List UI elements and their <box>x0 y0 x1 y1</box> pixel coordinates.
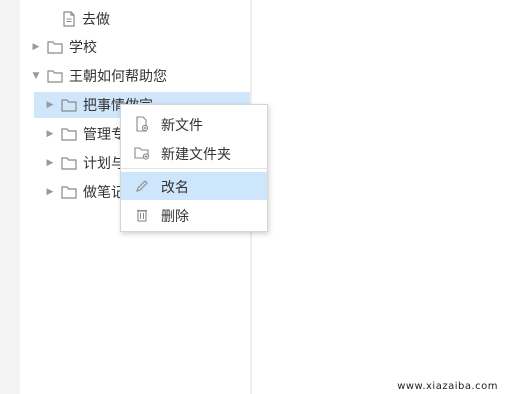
expand-arrow-icon[interactable]: ▶ <box>45 158 55 168</box>
menu-divider <box>121 168 267 169</box>
tree-item-label: 去做 <box>82 12 110 28</box>
watermark: 下载吧 www.xiazaiba.com <box>370 332 507 392</box>
file-icon <box>62 11 76 27</box>
tree-item-dynasty-help[interactable]: ▼ 王朝如何帮助您 <box>20 63 250 89</box>
folder-icon <box>61 185 77 199</box>
menu-item-label: 新文件 <box>161 118 203 134</box>
tree-item-label: 王朝如何帮助您 <box>69 69 167 85</box>
trash-icon <box>134 207 150 223</box>
pencil-icon <box>134 178 150 194</box>
menu-item-label: 改名 <box>161 180 189 196</box>
menu-item-new-file[interactable]: 新文件 <box>121 110 267 138</box>
folder-icon <box>47 69 63 83</box>
tree-item-label: 管理专 <box>83 127 125 143</box>
folder-icon <box>47 40 63 54</box>
left-gutter <box>0 0 20 394</box>
new-file-icon <box>134 116 150 132</box>
expand-arrow-icon[interactable]: ▶ <box>45 187 55 197</box>
new-folder-icon <box>134 145 150 161</box>
tree-item-label: 计划与 <box>83 156 125 172</box>
expand-arrow-icon[interactable]: ▶ <box>45 100 55 110</box>
folder-icon <box>61 156 77 170</box>
expand-arrow-icon[interactable]: ▶ <box>31 42 41 52</box>
watermark-logo: 下载吧 <box>401 340 507 383</box>
menu-item-rename[interactable]: 改名 <box>121 172 267 200</box>
menu-item-delete[interactable]: 删除 <box>121 201 267 229</box>
folder-icon <box>61 127 77 141</box>
watermark-url: www.xiazaiba.com <box>397 381 498 392</box>
tree-item-label: 做笔记 <box>83 185 125 201</box>
tree-item-label: 学校 <box>69 40 97 56</box>
tree-item-school[interactable]: ▶ 学校 <box>20 34 250 60</box>
expand-arrow-icon[interactable]: ▶ <box>45 129 55 139</box>
menu-item-label: 删除 <box>161 209 189 225</box>
collapse-arrow-icon[interactable]: ▼ <box>31 71 41 81</box>
folder-icon <box>61 98 77 112</box>
tree-item-todo[interactable]: 去做 <box>20 6 250 32</box>
context-menu: 新文件 新建文件夹 改名 删除 <box>120 104 268 232</box>
menu-item-label: 新建文件夹 <box>161 147 231 163</box>
menu-item-new-folder[interactable]: 新建文件夹 <box>121 139 267 167</box>
